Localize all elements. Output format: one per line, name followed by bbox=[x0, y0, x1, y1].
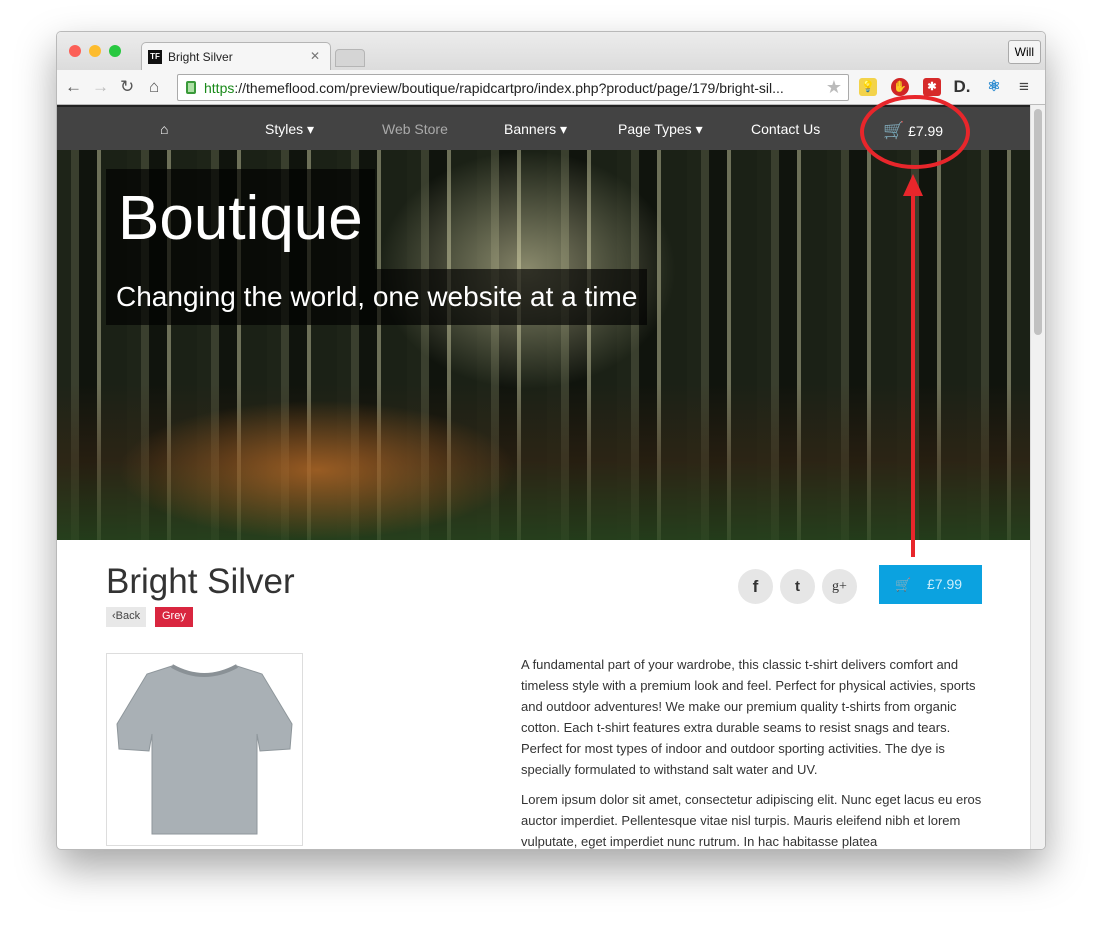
nav-cart[interactable]: 🛒 £7.99 bbox=[883, 121, 943, 141]
favicon-icon: TF bbox=[148, 50, 162, 64]
facebook-icon[interactable]: f bbox=[738, 569, 773, 604]
url-text: ://themeflood.com/preview/boutique/rapid… bbox=[234, 80, 784, 96]
hero-subtitle: Changing the world, one website at a tim… bbox=[106, 269, 648, 325]
hero-title: Boutique bbox=[106, 169, 375, 269]
tab-title: Bright Silver bbox=[168, 50, 233, 64]
browser-toolbar: ← → ↻ ⌂ https://themeflood.com/preview/b… bbox=[57, 70, 1045, 105]
browser-window: TF Bright Silver ✕ Will ← → ↻ ⌂ https://… bbox=[56, 31, 1046, 850]
product-description: A fundamental part of your wardrobe, thi… bbox=[521, 654, 987, 849]
new-tab-button[interactable] bbox=[335, 49, 365, 67]
description-paragraph: Lorem ipsum dolor sit amet, consectetur … bbox=[521, 792, 982, 849]
lightbulb-icon[interactable]: 💡 bbox=[859, 78, 877, 96]
scrollbar[interactable] bbox=[1030, 105, 1045, 849]
lock-icon bbox=[186, 81, 196, 94]
nav-styles[interactable]: Styles ▾ bbox=[265, 121, 314, 138]
site-nav: ⌂ Styles ▾ Web Store Banners ▾ Page Type… bbox=[57, 105, 1031, 150]
product-image[interactable] bbox=[106, 653, 303, 846]
address-bar[interactable]: https://themeflood.com/preview/boutique/… bbox=[177, 74, 849, 101]
zoom-window-button[interactable] bbox=[109, 45, 121, 57]
nav-banners[interactable]: Banners ▾ bbox=[504, 121, 567, 138]
scrollbar-thumb[interactable] bbox=[1034, 109, 1042, 335]
menu-icon[interactable]: ≡ bbox=[1019, 77, 1029, 97]
back-button[interactable]: ‹Back bbox=[106, 607, 147, 627]
close-tab-icon[interactable]: ✕ bbox=[310, 49, 320, 63]
twitter-icon[interactable]: t bbox=[780, 569, 815, 604]
d-icon[interactable]: D. bbox=[953, 78, 971, 96]
home-icon[interactable]: ⌂ bbox=[149, 77, 159, 97]
stop-icon[interactable]: ✋ bbox=[891, 78, 909, 96]
close-window-button[interactable] bbox=[69, 45, 81, 57]
cart-icon: 🛒 bbox=[895, 577, 912, 592]
network-icon[interactable]: ⚛ bbox=[985, 78, 1003, 96]
nav-contact-us[interactable]: Contact Us bbox=[751, 121, 820, 137]
hero-banner: Boutique Changing the world, one website… bbox=[57, 150, 1031, 540]
web-page: ⌂ Styles ▾ Web Store Banners ▾ Page Type… bbox=[57, 105, 1031, 849]
asterisk-icon[interactable]: ✱ bbox=[923, 78, 941, 96]
nav-page-types[interactable]: Page Types ▾ bbox=[618, 121, 703, 138]
back-icon[interactable]: ← bbox=[65, 77, 82, 97]
user-button[interactable]: Will bbox=[1007, 40, 1041, 64]
nav-web-store[interactable]: Web Store bbox=[382, 121, 448, 137]
home-nav-icon[interactable]: ⌂ bbox=[160, 121, 168, 137]
reload-icon[interactable]: ↻ bbox=[120, 77, 134, 97]
minimize-window-button[interactable] bbox=[89, 45, 101, 57]
google-plus-icon[interactable]: g+ bbox=[822, 569, 857, 604]
description-paragraph: A fundamental part of your wardrobe, thi… bbox=[521, 657, 976, 777]
url-scheme: https bbox=[204, 80, 235, 96]
add-to-cart-button[interactable]: 🛒 £7.99 bbox=[879, 565, 982, 604]
title-bar: TF Bright Silver ✕ Will bbox=[57, 32, 1045, 70]
tab-bright-silver[interactable]: TF Bright Silver ✕ bbox=[141, 42, 331, 70]
product-title: Bright Silver bbox=[106, 562, 295, 601]
tag-badge[interactable]: Grey bbox=[155, 607, 193, 627]
bookmark-star-icon[interactable]: ★ bbox=[826, 77, 842, 98]
cart-icon: 🛒 bbox=[883, 121, 905, 140]
forward-icon[interactable]: → bbox=[92, 77, 109, 97]
